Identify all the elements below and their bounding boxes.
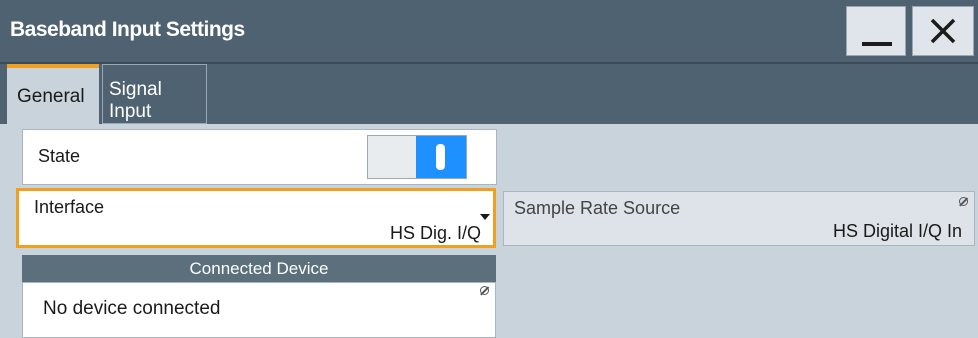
sample-rate-source-field: Sample Rate Source HS Digital I/Q In [503, 191, 975, 246]
sample-rate-source-label: Sample Rate Source [514, 198, 681, 218]
minimize-button[interactable] [846, 6, 906, 56]
tab-signal-input[interactable]: Signal Input [102, 64, 207, 124]
sample-rate-source-value: HS Digital I/Q In [832, 221, 962, 241]
state-row: State [22, 129, 497, 185]
window-title: Baseband Input Settings [10, 18, 245, 41]
connected-device-status: No device connected [43, 298, 221, 319]
state-label: State [38, 146, 81, 166]
interface-label: Interface [34, 197, 105, 217]
tab-general[interactable]: General [7, 64, 99, 124]
close-icon [913, 7, 973, 55]
tab-bar: General Signal Input [0, 64, 978, 124]
tab-signal-input-label: Signal Input [109, 79, 162, 122]
close-button[interactable] [912, 6, 974, 56]
toggle-on-icon [436, 144, 445, 170]
interface-value: HS Dig. I/Q [389, 223, 481, 243]
read-only-icon [959, 197, 968, 206]
interface-dropdown[interactable]: Interface HS Dig. I/Q [16, 188, 496, 248]
connected-device-panel: No device connected [22, 282, 496, 338]
state-toggle[interactable] [367, 135, 467, 179]
dropdown-arrow-icon [480, 214, 490, 220]
title-bar: Baseband Input Settings [0, 0, 978, 64]
connected-device-header: Connected Device [22, 255, 496, 282]
toggle-on-indicator [416, 136, 466, 178]
read-only-icon [480, 286, 489, 295]
minimize-icon [862, 42, 892, 46]
tab-general-label: General [17, 86, 85, 107]
